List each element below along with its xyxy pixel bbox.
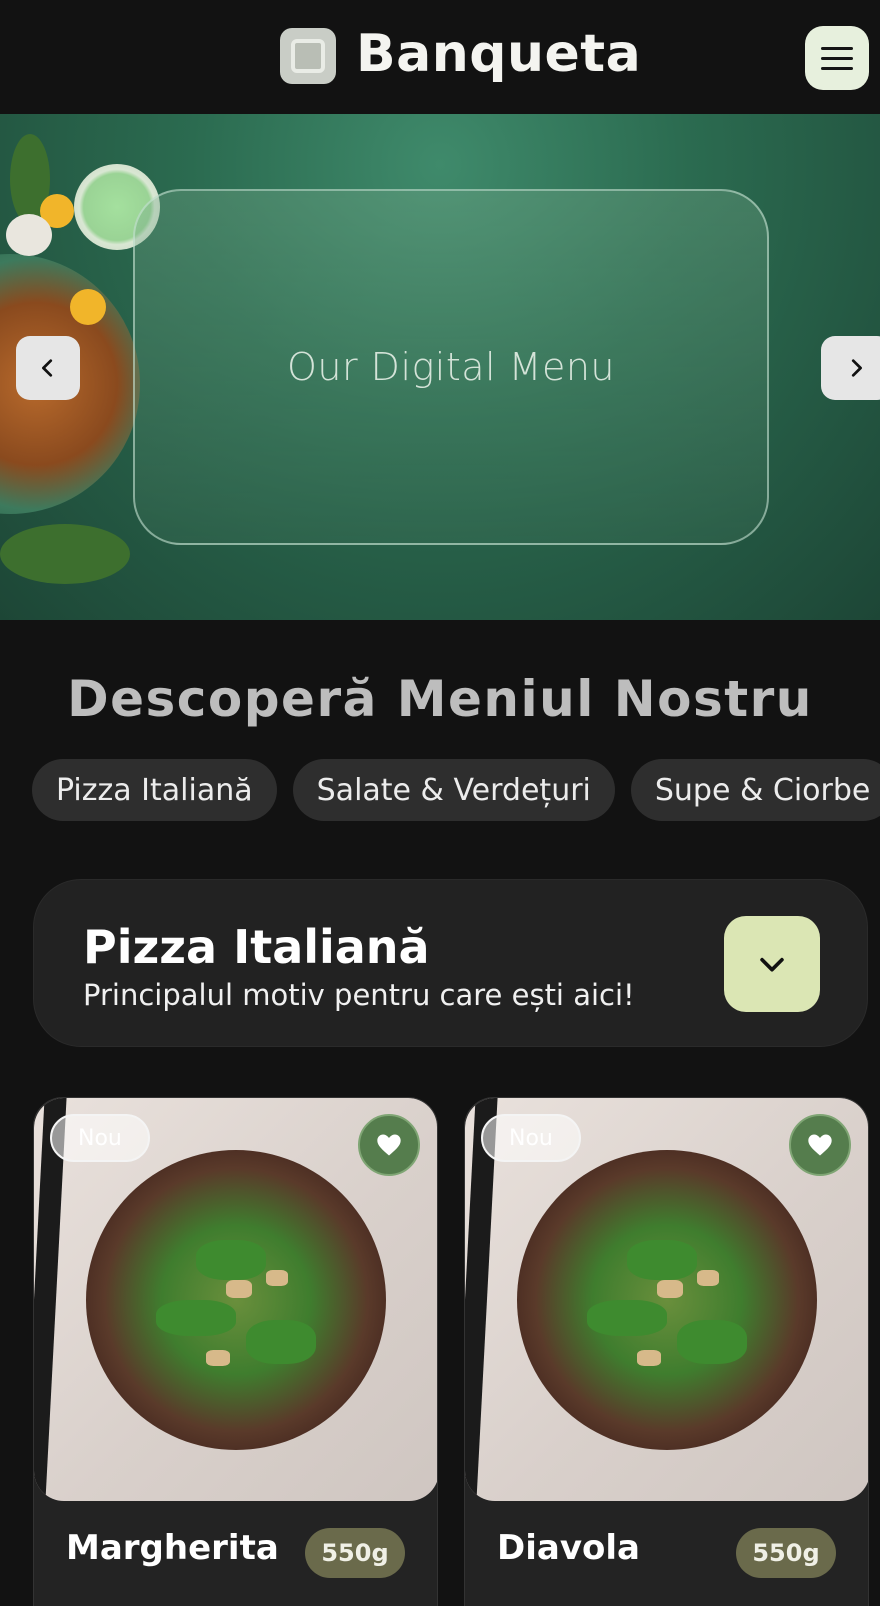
carousel-prev-button[interactable] <box>16 336 80 400</box>
heart-icon <box>808 1134 832 1156</box>
new-badge: Nou <box>50 1114 150 1162</box>
favorite-button[interactable] <box>358 1114 420 1176</box>
walnut <box>637 1350 661 1366</box>
carousel-next-button[interactable] <box>821 336 880 400</box>
category-chips: Pizza Italiană Salate & Verdețuri Supe &… <box>32 759 880 821</box>
garlic-decoration <box>6 214 52 256</box>
chip-salate[interactable]: Salate & Verdețuri <box>292 759 615 821</box>
hamburger-icon-line <box>821 66 853 70</box>
hero-carousel: Our Digital Menu <box>0 114 880 620</box>
hamburger-icon-line <box>821 56 853 60</box>
chip-pizza[interactable]: Pizza Italiană <box>32 759 277 821</box>
hero-title: Our Digital Menu <box>286 345 616 389</box>
arugula <box>246 1320 316 1364</box>
menu-section-title: Descoperă Meniul Nostru <box>67 670 813 728</box>
category-card-pizza[interactable]: Pizza Italiană Principalul motiv pentru … <box>33 879 868 1047</box>
pizza-image <box>86 1150 386 1450</box>
logo-ring <box>291 39 325 73</box>
product-name: Margherita <box>66 1528 279 1568</box>
heart-icon <box>377 1134 401 1156</box>
top-header: Banqueta <box>0 0 880 114</box>
walnut <box>697 1270 719 1286</box>
arugula <box>196 1240 266 1280</box>
chevron-left-icon <box>42 359 53 377</box>
lemon-slice-decoration <box>70 289 106 325</box>
chip-supe[interactable]: Supe & Ciorbe <box>630 759 880 821</box>
walnut <box>206 1350 230 1366</box>
chevron-right-icon <box>851 359 862 377</box>
arugula <box>627 1240 697 1280</box>
arugula <box>587 1300 667 1336</box>
product-card[interactable]: Nou Margherita 550g <box>33 1097 438 1606</box>
product-name: Diavola <box>497 1528 640 1568</box>
product-weight-badge: 550g <box>736 1528 836 1578</box>
product-card[interactable]: Nou Diavola 550g <box>464 1097 869 1606</box>
product-weight-badge: 550g <box>305 1528 405 1578</box>
pizza-image <box>517 1150 817 1450</box>
favorite-button[interactable] <box>789 1114 851 1176</box>
walnut <box>657 1280 683 1298</box>
arugula <box>156 1300 236 1336</box>
chevron-down-icon <box>760 957 784 972</box>
arugula <box>677 1320 747 1364</box>
category-title: Pizza Italiană <box>83 920 430 974</box>
category-subtitle: Principalul motiv pentru care ești aici! <box>83 978 635 1012</box>
brand-name[interactable]: Banqueta <box>356 24 641 84</box>
hamburger-icon <box>821 46 853 50</box>
walnut <box>266 1270 288 1286</box>
category-expand-button[interactable] <box>724 916 820 1012</box>
logo-square-icon[interactable] <box>280 28 336 84</box>
new-badge: Nou <box>481 1114 581 1162</box>
herb-decoration <box>0 524 130 584</box>
hero-glass-panel: Our Digital Menu <box>133 189 769 545</box>
hamburger-menu-button[interactable] <box>805 26 869 90</box>
walnut <box>226 1280 252 1298</box>
